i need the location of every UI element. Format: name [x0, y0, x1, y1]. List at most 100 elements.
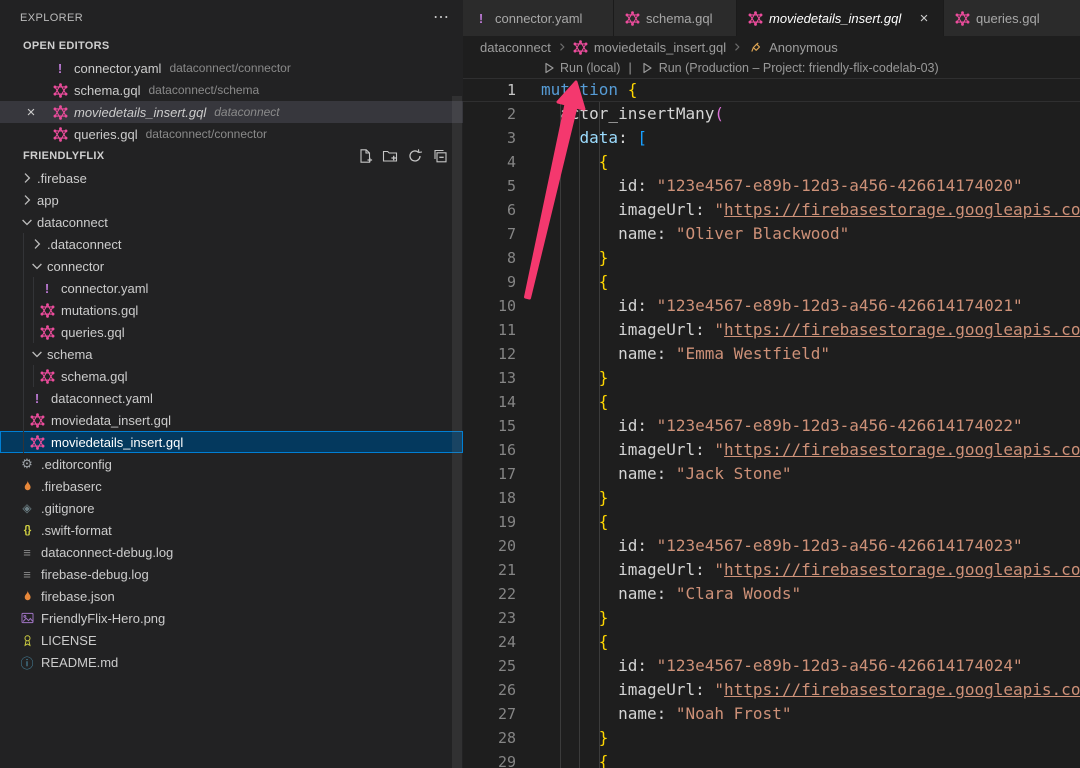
code-line-26[interactable]: 26 imageUrl: "https://firebasestorage.go…	[463, 678, 1080, 702]
code-line-25[interactable]: 25 id: "123e4567-e89b-12d3-a456-42661417…	[463, 654, 1080, 678]
codelens-run-production[interactable]: Run (Production – Project: friendly-flix…	[640, 58, 939, 80]
tree-item-label: moviedetails_insert.gql	[51, 435, 183, 450]
more-actions-icon[interactable]: ⋯	[433, 13, 449, 23]
code-line-content: imageUrl: "https://firebasestorage.googl…	[516, 318, 1080, 342]
code-line-2[interactable]: 2 actor_insertMany(	[463, 102, 1080, 126]
open-editor-item-queries.gql[interactable]: queries.gqldataconnect/connector	[0, 123, 463, 145]
code-line-11[interactable]: 11 imageUrl: "https://firebasestorage.go…	[463, 318, 1080, 342]
file-path: dataconnect/connector	[169, 61, 290, 75]
code-line-15[interactable]: 15 id: "123e4567-e89b-12d3-a456-42661417…	[463, 414, 1080, 438]
graphql-icon	[39, 302, 55, 318]
code-line-13[interactable]: 13 }	[463, 366, 1080, 390]
tree-item-queries.gql[interactable]: queries.gql	[0, 321, 463, 343]
graphql-icon	[29, 434, 45, 450]
close-icon[interactable]: ×	[915, 10, 933, 27]
code-line-1[interactable]: 1mutation {	[463, 78, 1080, 102]
tree-item-connector.yaml[interactable]: !connector.yaml	[0, 277, 463, 299]
line-number: 12	[463, 342, 516, 366]
code-line-16[interactable]: 16 imageUrl: "https://firebasestorage.go…	[463, 438, 1080, 462]
refresh-icon[interactable]	[407, 148, 423, 164]
sidebar-scrollbar[interactable]	[452, 96, 462, 768]
new-folder-icon[interactable]	[382, 148, 398, 164]
new-file-icon[interactable]	[357, 148, 373, 164]
chevron-down-icon	[29, 346, 45, 362]
code-line-7[interactable]: 7 name: "Oliver Blackwood"	[463, 222, 1080, 246]
tree-item-moviedata_insert.gql[interactable]: moviedata_insert.gql	[0, 409, 463, 431]
code-line-29[interactable]: 29 {	[463, 750, 1080, 768]
tree-item-.gitignore[interactable]: ◈.gitignore	[0, 497, 463, 519]
code-lines: 1mutation {2 actor_insertMany(3 data: [4…	[463, 78, 1080, 768]
tree-item-dataconnect-debug.log[interactable]: ≡dataconnect-debug.log	[0, 541, 463, 563]
tree-item-firebase-debug.log[interactable]: ≡firebase-debug.log	[0, 563, 463, 585]
breadcrumb-item-moviedetails_insert.gql[interactable]: moviedetails_insert.gql	[573, 39, 726, 55]
open-editors-label: OPEN EDITORS	[23, 40, 110, 52]
tree-item-.firebase[interactable]: .firebase	[0, 167, 463, 189]
code-line-5[interactable]: 5 id: "123e4567-e89b-12d3-a456-426614174…	[463, 174, 1080, 198]
tree-item-.editorconfig[interactable]: ⚙.editorconfig	[0, 453, 463, 475]
codelens-run-local[interactable]: Run (local)	[541, 58, 620, 80]
open-editors-header[interactable]: OPEN EDITORS	[0, 35, 463, 57]
code-line-17[interactable]: 17 name: "Jack Stone"	[463, 462, 1080, 486]
tree-item-dataconnect[interactable]: dataconnect	[0, 211, 463, 233]
code-line-21[interactable]: 21 imageUrl: "https://firebasestorage.go…	[463, 558, 1080, 582]
close-icon[interactable]: ×	[22, 101, 40, 123]
open-editor-item-connector.yaml[interactable]: !connector.yamldataconnect/connector	[0, 57, 463, 79]
chevron-right-icon	[19, 170, 35, 186]
tab-label: schema.gql	[646, 11, 712, 26]
code-line-3[interactable]: 3 data: [	[463, 126, 1080, 150]
tree-item-label: queries.gql	[61, 325, 125, 340]
code-line-10[interactable]: 10 id: "123e4567-e89b-12d3-a456-42661417…	[463, 294, 1080, 318]
collapse-all-icon[interactable]	[432, 148, 448, 164]
breadcrumb-item-dataconnect[interactable]: dataconnect	[480, 40, 551, 55]
tree-item-mutations.gql[interactable]: mutations.gql	[0, 299, 463, 321]
code-line-22[interactable]: 22 name: "Clara Woods"	[463, 582, 1080, 606]
code-line-content: }	[516, 726, 608, 750]
tree-item-schema.gql[interactable]: schema.gql	[0, 365, 463, 387]
gear-icon: ⚙	[19, 456, 35, 472]
code-line-content: {	[516, 390, 608, 414]
tree-item-.swift-format[interactable]: {}.swift-format	[0, 519, 463, 541]
code-line-9[interactable]: 9 {	[463, 270, 1080, 294]
tree-item-schema[interactable]: schema	[0, 343, 463, 365]
tab-moviedetails_insert.gql[interactable]: moviedetails_insert.gql×	[737, 0, 944, 36]
code-line-20[interactable]: 20 id: "123e4567-e89b-12d3-a456-42661417…	[463, 534, 1080, 558]
tree-item-LICENSE[interactable]: LICENSE	[0, 629, 463, 651]
code-line-19[interactable]: 19 {	[463, 510, 1080, 534]
workspace-header[interactable]: FRIENDLYFLIX	[0, 145, 463, 167]
code-line-24[interactable]: 24 {	[463, 630, 1080, 654]
tab-connector.yaml[interactable]: !connector.yaml	[463, 0, 614, 36]
indent-guide	[599, 102, 600, 768]
code-editor[interactable]: Run (local) | Run (Production – Project:…	[463, 58, 1080, 768]
tree-item-connector[interactable]: connector	[0, 255, 463, 277]
line-number: 19	[463, 510, 516, 534]
code-line-14[interactable]: 14 {	[463, 390, 1080, 414]
breadcrumb-item-Anonymous[interactable]: Anonymous	[748, 39, 838, 55]
code-line-4[interactable]: 4 {	[463, 150, 1080, 174]
code-line-18[interactable]: 18 }	[463, 486, 1080, 510]
line-number: 25	[463, 654, 516, 678]
tree-item-FriendlyFlix-Hero.png[interactable]: FriendlyFlix-Hero.png	[0, 607, 463, 629]
editor-group: !connector.yaml schema.gql moviedetails_in…	[463, 0, 1080, 768]
tree-item-dataconnect.yaml[interactable]: !dataconnect.yaml	[0, 387, 463, 409]
code-line-23[interactable]: 23 }	[463, 606, 1080, 630]
tree-item-README.md[interactable]: ⓘREADME.md	[0, 651, 463, 673]
vscode-window: EXPLORER ⋯ OPEN EDITORS !connector.yamld…	[0, 0, 1080, 768]
tree-item-.dataconnect[interactable]: .dataconnect	[0, 233, 463, 255]
code-line-28[interactable]: 28 }	[463, 726, 1080, 750]
tab-queries.gql[interactable]: queries.gql	[944, 0, 1080, 36]
code-line-12[interactable]: 12 name: "Emma Westfield"	[463, 342, 1080, 366]
code-line-27[interactable]: 27 name: "Noah Frost"	[463, 702, 1080, 726]
code-line-content: imageUrl: "https://firebasestorage.googl…	[516, 678, 1080, 702]
tab-schema.gql[interactable]: schema.gql	[614, 0, 737, 36]
tree-item-label: README.md	[41, 655, 118, 670]
open-editor-item-moviedetails_insert.gql[interactable]: ×moviedetails_insert.gqldataconnect	[0, 101, 463, 123]
code-line-6[interactable]: 6 imageUrl: "https://firebasestorage.goo…	[463, 198, 1080, 222]
tree-item-moviedetails_insert.gql[interactable]: moviedetails_insert.gql	[0, 431, 463, 453]
tree-item-.firebaserc[interactable]: .firebaserc	[0, 475, 463, 497]
open-editor-item-schema.gql[interactable]: schema.gqldataconnect/schema	[0, 79, 463, 101]
tree-item-firebase.json[interactable]: firebase.json	[0, 585, 463, 607]
code-line-content: imageUrl: "https://firebasestorage.googl…	[516, 198, 1080, 222]
tree-item-app[interactable]: app	[0, 189, 463, 211]
code-line-content: id: "123e4567-e89b-12d3-a456-42661417402…	[516, 294, 1023, 318]
code-line-8[interactable]: 8 }	[463, 246, 1080, 270]
